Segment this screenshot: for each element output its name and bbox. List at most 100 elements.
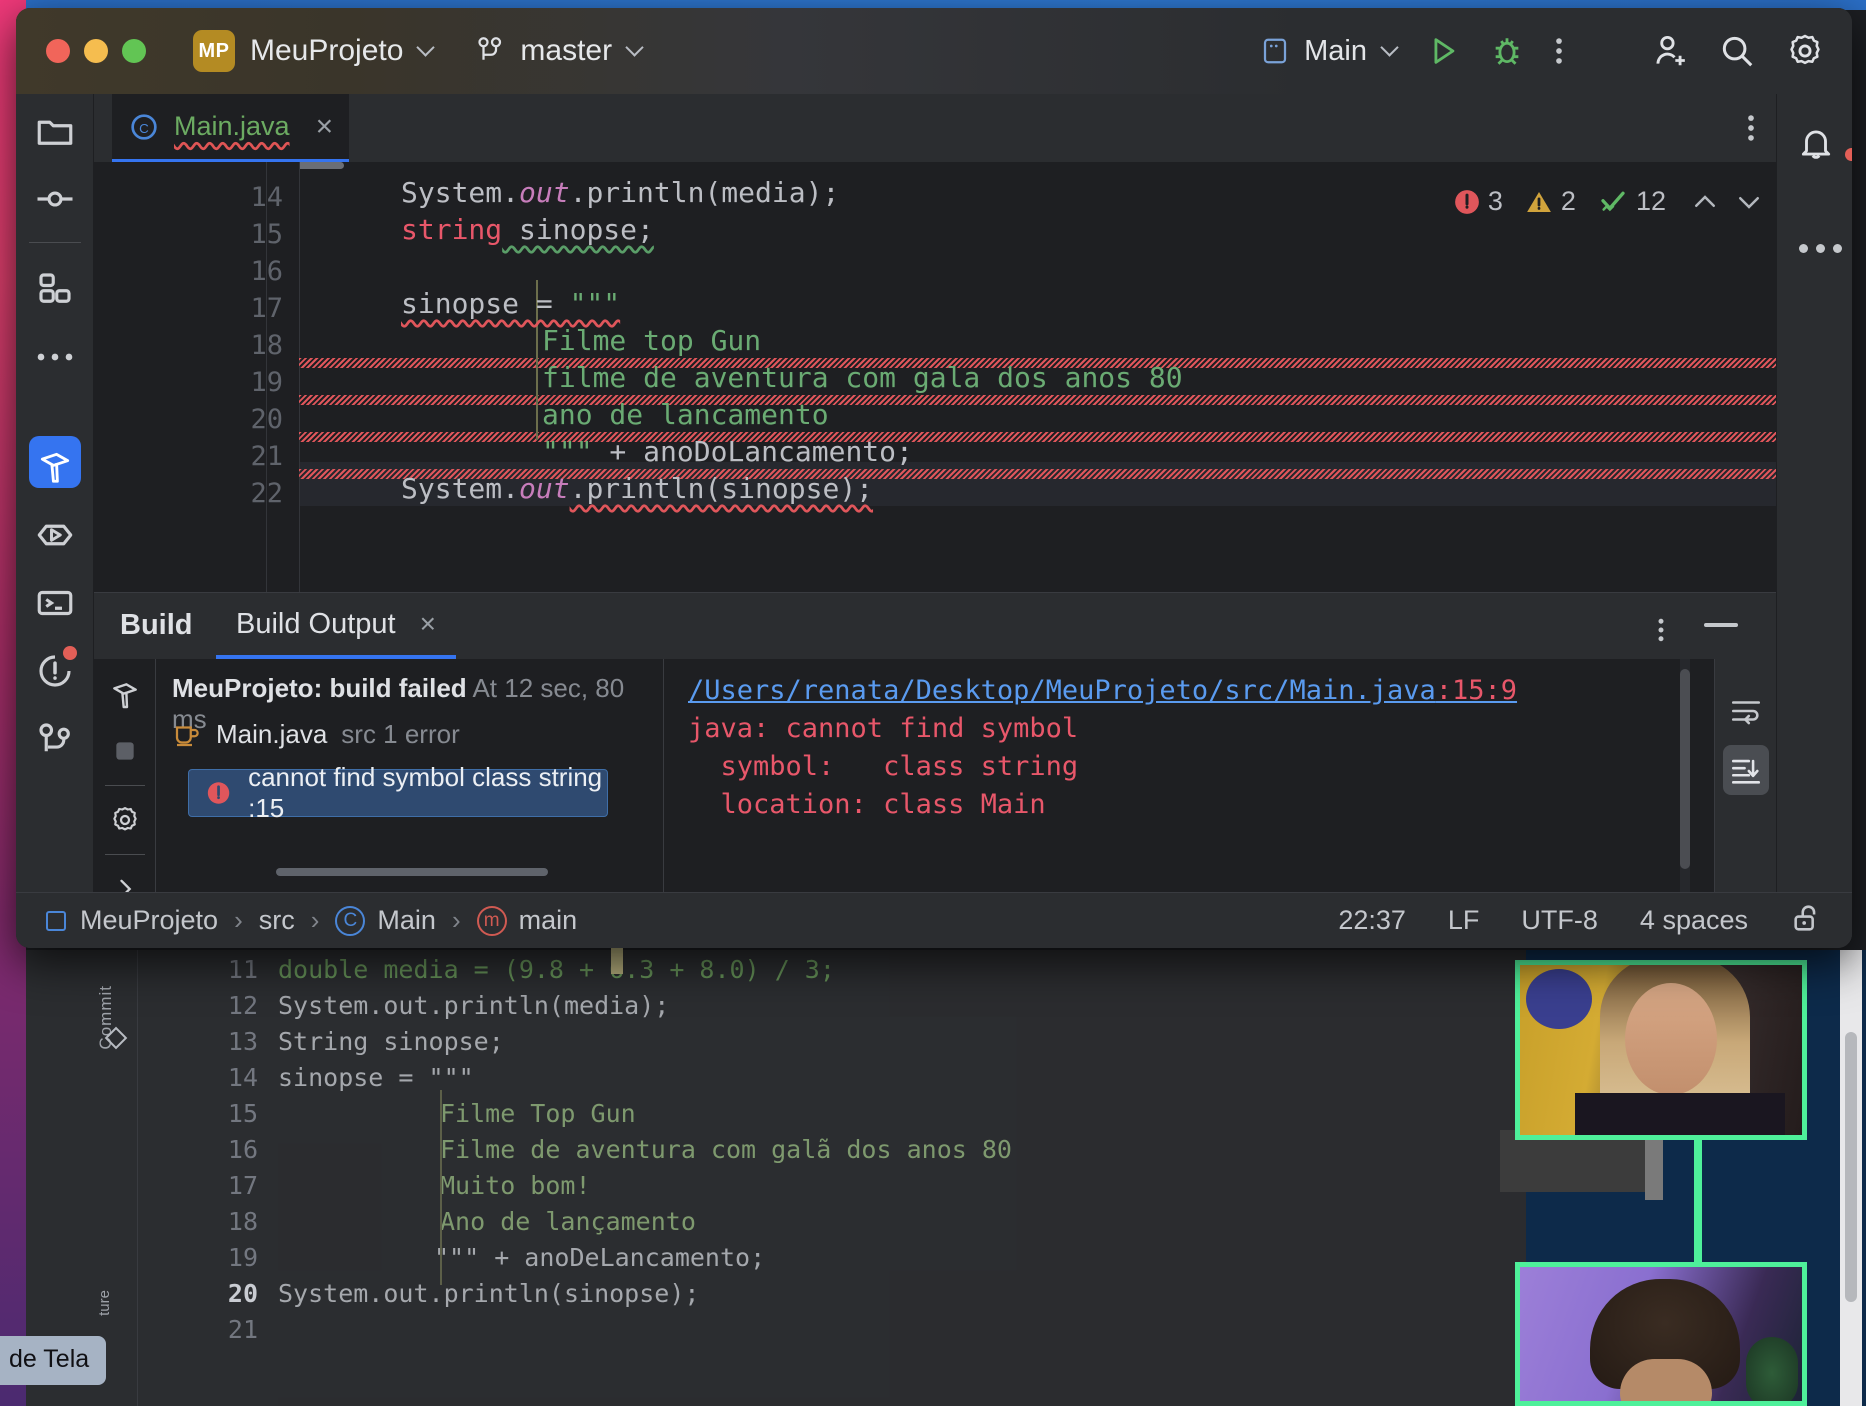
breadcrumb-item-class[interactable]: Main [377, 905, 436, 936]
caret-position[interactable]: 22:37 [1338, 905, 1406, 936]
sidebar-item-version-control[interactable] [16, 702, 94, 776]
add-account-button[interactable] [1650, 32, 1688, 70]
ok-count: 12 [1635, 186, 1666, 216]
token-triple-quote-open: """ [569, 287, 621, 320]
build-output-file-link[interactable]: /Users/renata/Desktop/MeuProjeto/src/Mai… [688, 675, 1517, 706]
ide-window: MP MeuProjeto master Main C Main.java × … [16, 8, 1852, 948]
background-code-line: Filme de aventura com galã dos anos 80 [440, 1135, 1012, 1164]
editor-tab-options-button[interactable] [1746, 111, 1756, 150]
minimize-window-button[interactable] [84, 39, 108, 63]
background-code-line: sinopse = """ [278, 1063, 474, 1092]
sidebar-item-build[interactable] [16, 430, 94, 504]
build-output-console[interactable]: /Users/renata/Desktop/MeuProjeto/src/Mai… [664, 659, 1714, 892]
build-error-row[interactable]: cannot find symbol class string :15 [188, 762, 608, 823]
token-string-keyword: string [401, 213, 503, 246]
settings-button[interactable] [1786, 32, 1824, 70]
run-config-icon [1264, 38, 1287, 64]
close-icon[interactable]: × [316, 110, 334, 144]
sidebar-item-structure[interactable] [16, 252, 94, 326]
sidebar-item-commit[interactable] [16, 162, 94, 236]
sidebar-item-problems[interactable] [16, 634, 94, 708]
debug-button[interactable] [1490, 34, 1524, 68]
chevron-down-icon [416, 37, 436, 57]
breadcrumb-item-project[interactable]: MeuProjeto [80, 905, 218, 936]
code-editor[interactable]: 14 15 16 17 18 19 20 21 22 System.out.pr… [94, 162, 1776, 592]
background-code-line: System.out.println(sinopse); [278, 1279, 700, 1308]
search-button[interactable] [1718, 32, 1756, 70]
run-button[interactable] [1426, 34, 1460, 68]
background-code-line: Filme Top Gun [440, 1099, 636, 1128]
inspection-widget[interactable]: 3 2 12 [1452, 186, 1766, 217]
run-triangle-icon [1434, 38, 1455, 64]
line-separator[interactable]: LF [1448, 905, 1480, 936]
background-indent-guide [440, 1090, 442, 1285]
breadcrumb-item-src[interactable]: src [259, 905, 295, 936]
structure-blocks-icon [39, 273, 71, 303]
background-line-number: 21 [227, 1315, 258, 1344]
bell-icon [1801, 130, 1831, 159]
commit-node-icon [37, 191, 73, 207]
code-line-17: sinopse = """ [401, 287, 620, 320]
error-count: 3 [1487, 186, 1503, 216]
notifications-button[interactable] [1797, 124, 1852, 167]
sidebar-item-project[interactable] [16, 94, 94, 168]
token-dot: . [502, 176, 520, 209]
soft-wrap-button[interactable] [1715, 681, 1777, 741]
editor-tab-bar: C Main.java × [94, 94, 1852, 162]
build-output-scrollbar-thumb[interactable] [1680, 669, 1690, 869]
code-line-22: System.out.println(sinopse); [401, 472, 873, 505]
branch-name-label: master [520, 34, 613, 67]
chevron-down-icon[interactable] [1732, 187, 1766, 217]
unlocked-padlock-icon [1794, 905, 1816, 931]
background-scrollbar-thumb[interactable] [1845, 1032, 1857, 1302]
indent-setting[interactable]: 4 spaces [1640, 905, 1748, 936]
background-line-number: 19 [227, 1243, 258, 1272]
chevron-down-icon [625, 37, 644, 57]
tab-main-java[interactable]: C Main.java × [112, 94, 350, 162]
build-settings-button[interactable] [94, 792, 156, 848]
build-output-line: location: class Main [688, 789, 1046, 820]
build-file-row[interactable]: Main.java src 1 error [172, 719, 460, 750]
build-rail-divider-2 [104, 854, 145, 855]
project-selector[interactable]: MeuProjeto [235, 34, 436, 68]
readonly-toggle[interactable] [1790, 901, 1824, 940]
sidebar-item-run[interactable] [16, 498, 94, 572]
build-left-toolbar [94, 659, 156, 899]
code-text[interactable]: System.out.println(media); string sinops… [299, 162, 1776, 592]
branch-selector[interactable]: master [476, 34, 644, 68]
encoding[interactable]: UTF-8 [1521, 905, 1598, 936]
background-line-number-current: 20 [227, 1279, 258, 1308]
build-rail-divider [104, 785, 145, 786]
background-code-line: Muito bom! [440, 1171, 591, 1200]
background-code-line: Ano de lançamento [440, 1207, 696, 1236]
terminal-icon [37, 590, 73, 616]
run-configuration-selector[interactable]: Main [1260, 35, 1399, 68]
build-options-button[interactable] [1656, 615, 1666, 650]
background-code-line: """ + anoDeLancamento; [434, 1243, 766, 1272]
build-tree[interactable]: MeuProjeto: build failed At 12 sec, 80 m… [156, 659, 664, 892]
sidebar-item-more[interactable] [16, 320, 94, 394]
scroll-to-end-button[interactable] [1715, 741, 1777, 801]
build-output-line: java: cannot find symbol [688, 713, 1079, 744]
minimize-icon[interactable] [1704, 623, 1738, 627]
breadcrumb-item-method[interactable]: main [519, 905, 578, 936]
chevron-up-icon[interactable] [1688, 187, 1722, 217]
close-window-button[interactable] [46, 39, 70, 63]
right-rail [1776, 94, 1852, 948]
sidebar-item-terminal[interactable] [16, 566, 94, 640]
maximize-window-button[interactable] [122, 39, 146, 63]
more-actions-button[interactable] [1554, 34, 1564, 68]
build-tree-horizontal-scrollbar[interactable] [276, 868, 548, 876]
token-sinopse-assign: sinopse = [401, 287, 570, 320]
token-system: System [401, 472, 503, 505]
right-rail-more-button[interactable] [1799, 244, 1842, 253]
tab-label: Main.java [174, 111, 290, 141]
background-line-number: 14 [227, 1063, 258, 1092]
tab-build-output[interactable]: Build Output × [216, 593, 456, 659]
build-rerun-button[interactable] [94, 667, 156, 723]
close-icon[interactable]: × [420, 608, 436, 640]
svg-text:C: C [139, 121, 149, 136]
build-stop-button[interactable] [94, 723, 156, 779]
more-horizontal-icon [1816, 244, 1825, 253]
more-vertical-icon [1748, 115, 1754, 141]
